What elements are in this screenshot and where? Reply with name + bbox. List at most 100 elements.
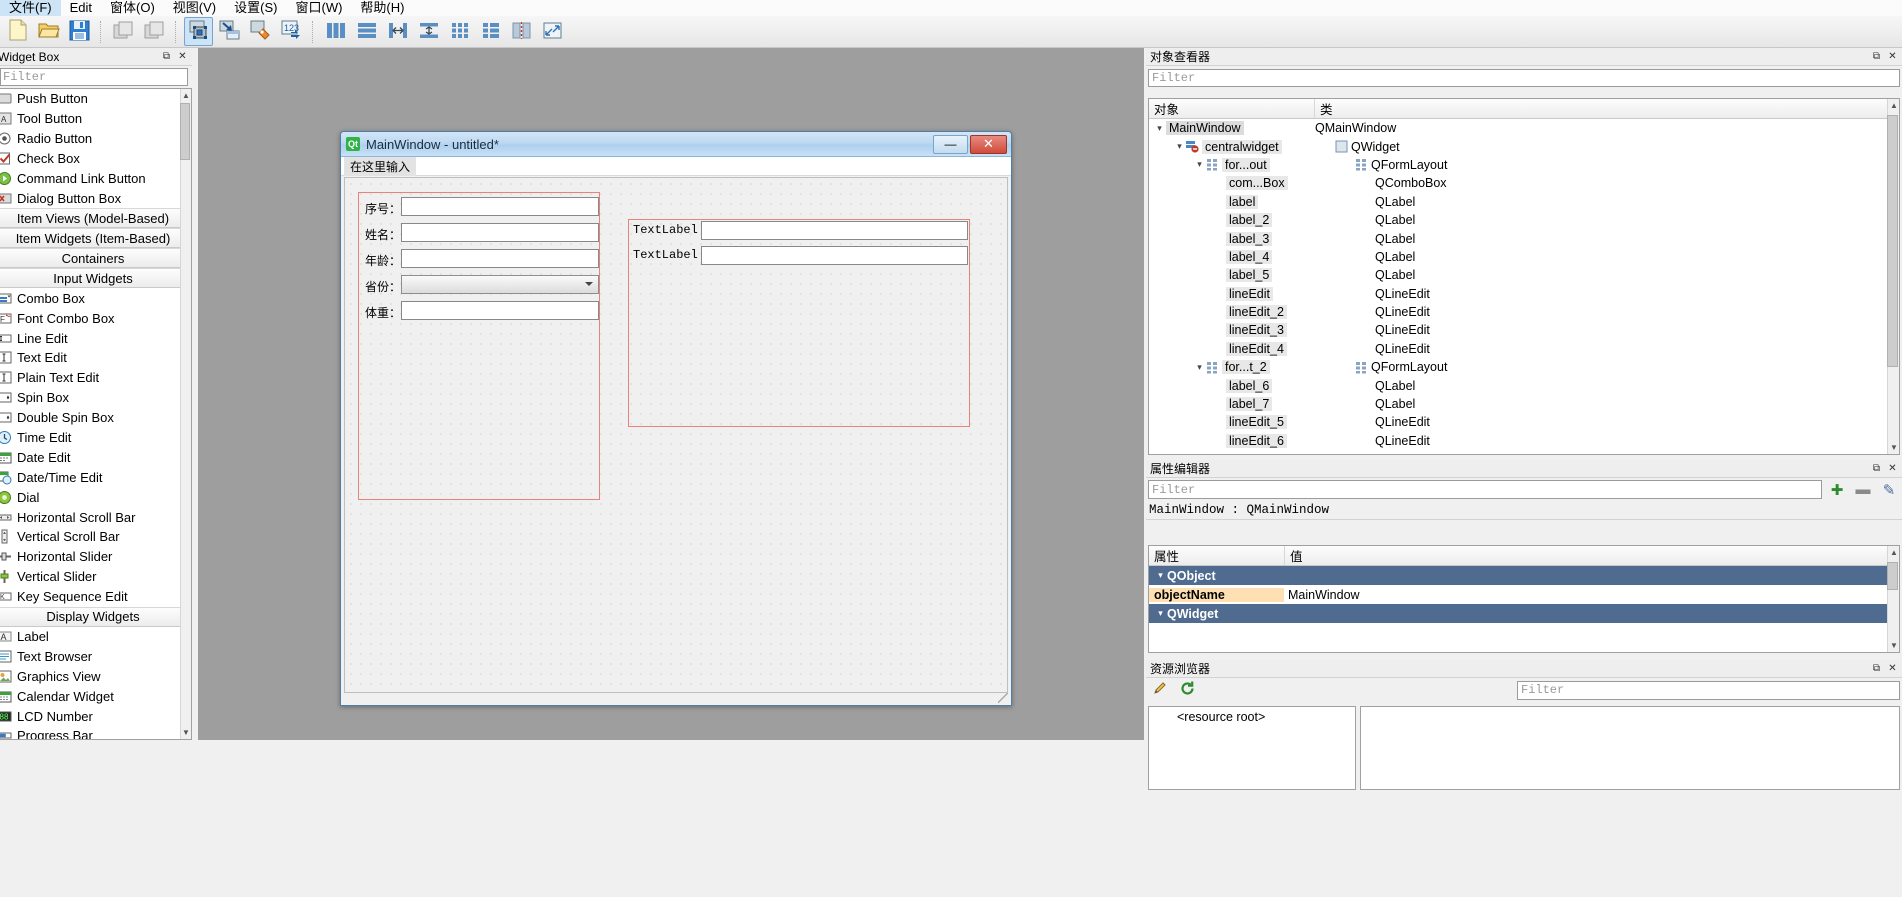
widget-box-item[interactable]: Line Edit <box>0 328 191 348</box>
object-inspector-float-button[interactable]: ⧉ <box>1870 50 1883 63</box>
chevron-down-icon[interactable]: ▾ <box>1193 362 1206 373</box>
resource-browser-filter-input[interactable]: Filter <box>1517 680 1900 700</box>
widget-box-category[interactable]: Display Widgets <box>0 606 191 627</box>
configure-property-button[interactable]: ✎ <box>1878 480 1900 499</box>
widget-box-category[interactable]: Item Views (Model-Based) <box>0 208 191 229</box>
object-inspector-row[interactable]: label_5 QLabel <box>1149 266 1899 284</box>
menu-settings[interactable]: 设置(S) <box>225 0 286 16</box>
property-editor-close-button[interactable]: ✕ <box>1886 462 1899 475</box>
layout-splitter-h-button[interactable] <box>383 17 412 46</box>
widget-box-item[interactable]: Time Edit <box>0 428 191 448</box>
menu-edit[interactable]: Edit <box>61 0 101 16</box>
layout-vertically-button[interactable] <box>352 17 381 46</box>
object-inspector-scrollbar[interactable]: ▲ ▼ <box>1887 99 1899 454</box>
property-editor-table[interactable]: 属性 值 ▾ QObject objectName MainWindow ▾ QWidge… <box>1148 545 1900 653</box>
property-editor-scroll-up-icon[interactable]: ▲ <box>1889 546 1899 559</box>
open-form-button[interactable] <box>34 17 63 46</box>
add-property-button[interactable]: ✚ <box>1826 480 1848 499</box>
property-editor-scroll-down-icon[interactable]: ▼ <box>1889 639 1899 652</box>
edit-widgets-button[interactable] <box>184 17 213 46</box>
object-inspector-row[interactable]: label_6 QLabel <box>1149 376 1899 394</box>
widget-box-item[interactable]: Text Edit <box>0 348 191 368</box>
resource-browser-close-button[interactable]: ✕ <box>1886 662 1899 675</box>
layout-horizontally-button[interactable] <box>321 17 350 46</box>
object-inspector-scroll-down-icon[interactable]: ▼ <box>1889 441 1899 454</box>
property-editor-col-value[interactable]: 值 <box>1285 546 1899 565</box>
property-editor-filter-input[interactable]: Filter <box>1148 480 1822 499</box>
resource-tree[interactable]: <resource root> <box>1148 706 1356 790</box>
widget-box-item[interactable]: Vertical Scroll Bar <box>0 527 191 547</box>
form-textlabel-1[interactable]: TextLabel <box>633 248 698 262</box>
main-window-form-preview[interactable]: Qt MainWindow - untitled* — ✕ 在这里输入 序号： … <box>340 131 1012 706</box>
form-menu-placeholder[interactable]: 在这里输入 <box>344 156 417 176</box>
property-editor-float-button[interactable]: ⧉ <box>1870 462 1883 475</box>
widget-box-item[interactable]: Plain Text Edit <box>0 368 191 388</box>
adjust-size-button[interactable] <box>538 17 567 46</box>
object-inspector-scroll-thumb[interactable] <box>1887 115 1898 367</box>
widget-box-item[interactable]: Dialog Button Box <box>0 188 191 208</box>
chevron-down-icon[interactable]: ▾ <box>1154 608 1167 619</box>
object-inspector-row[interactable]: lineEdit_3 QLineEdit <box>1149 321 1899 339</box>
object-inspector-row[interactable]: label QLabel <box>1149 193 1899 211</box>
form-lineedit-1[interactable] <box>401 223 599 242</box>
object-inspector-row[interactable]: lineEdit_2 QLineEdit <box>1149 303 1899 321</box>
property-editor-col-property[interactable]: 属性 <box>1149 546 1285 565</box>
widget-box-item[interactable]: Double Spin Box <box>0 408 191 428</box>
object-inspector-row[interactable]: lineEdit_5 QLineEdit <box>1149 413 1899 431</box>
object-inspector-scroll-up-icon[interactable]: ▲ <box>1889 99 1899 112</box>
form-combobox-province[interactable] <box>401 275 599 294</box>
form-design-surface[interactable]: 序号： 姓名： 年龄： 省份： 体重： TextLabel TextLabel <box>344 177 1008 693</box>
widget-box-item[interactable]: Date/Time Edit <box>0 467 191 487</box>
break-layout-button[interactable] <box>507 17 536 46</box>
object-inspector-col-class[interactable]: 类 <box>1315 99 1899 118</box>
widget-box-scroll-down-icon[interactable]: ▼ <box>181 726 191 739</box>
form-textlabel-0[interactable]: TextLabel <box>633 223 698 237</box>
property-editor-scroll-thumb[interactable] <box>1887 562 1898 590</box>
layout-splitter-v-button[interactable] <box>414 17 443 46</box>
object-inspector-row[interactable]: com...Box QComboBox <box>1149 174 1899 192</box>
object-inspector-col-object[interactable]: 对象 <box>1149 99 1315 118</box>
object-inspector-row[interactable]: lineEdit_4 QLineEdit <box>1149 340 1899 358</box>
form-label-3[interactable]: 省份： <box>365 278 401 295</box>
form-resize-grip[interactable] <box>998 693 1008 703</box>
form-label-2[interactable]: 年龄： <box>365 252 401 269</box>
widget-box-item[interactable]: F Font Combo Box <box>0 308 191 328</box>
menu-help[interactable]: 帮助(H) <box>351 0 413 16</box>
undo-button[interactable] <box>109 17 138 46</box>
resource-browser-float-button[interactable]: ⧉ <box>1870 662 1883 675</box>
widget-box-item[interactable]: Vertical Slider <box>0 567 191 587</box>
form-close-button[interactable]: ✕ <box>970 134 1007 154</box>
form-lineedit-2[interactable] <box>401 249 599 268</box>
edit-signals-slots-button[interactable] <box>215 17 244 46</box>
object-inspector-row[interactable]: lineEdit QLineEdit <box>1149 285 1899 303</box>
widget-box-item[interactable]: Dial <box>0 487 191 507</box>
object-inspector-row[interactable]: label_3 QLabel <box>1149 229 1899 247</box>
widget-box-item[interactable]: Spin Box <box>0 388 191 408</box>
widget-box-item[interactable]: Text Browser <box>0 646 191 666</box>
redo-button[interactable] <box>140 17 169 46</box>
object-inspector-row[interactable]: lineEdit_6 QLineEdit <box>1149 432 1899 450</box>
widget-box-item[interactable]: Horizontal Scroll Bar <box>0 507 191 527</box>
chevron-down-icon[interactable]: ▾ <box>1154 570 1167 581</box>
widget-box-scrollbar[interactable]: ▲ ▼ <box>180 89 191 739</box>
layout-form-button[interactable] <box>476 17 505 46</box>
property-group-row[interactable]: ▾ QWidget <box>1149 604 1899 623</box>
chevron-down-icon[interactable]: ▾ <box>1193 159 1206 170</box>
form-title-bar[interactable]: Qt MainWindow - untitled* — ✕ <box>341 132 1011 157</box>
widget-box-category[interactable]: Containers <box>0 248 191 269</box>
widget-box-item[interactable]: A Tool Button <box>0 109 191 129</box>
widget-box-category[interactable]: Item Widgets (Item-Based) <box>0 228 191 249</box>
widget-box-list[interactable]: Push Button A Tool Button Radio Button Check… <box>0 88 192 740</box>
widget-box-scroll-thumb[interactable] <box>180 103 190 160</box>
widget-box-item[interactable]: Push Button <box>0 89 191 109</box>
menu-view[interactable]: 视图(V) <box>164 0 225 16</box>
object-inspector-row[interactable]: ▾ for...t_2 QFormLayout <box>1149 358 1899 376</box>
form-lineedit-3[interactable] <box>401 301 599 320</box>
resource-preview-pane[interactable] <box>1360 706 1900 790</box>
object-inspector-row[interactable]: ▾ for...out QFormLayout <box>1149 156 1899 174</box>
form-minimize-button[interactable]: — <box>933 134 968 154</box>
chevron-down-icon[interactable]: ▾ <box>1153 123 1166 134</box>
remove-property-button[interactable]: ▬ <box>1852 480 1874 499</box>
chevron-down-icon[interactable]: ▾ <box>1173 141 1186 152</box>
object-inspector-row[interactable]: ▾ centralwidget QWidget <box>1149 137 1899 155</box>
